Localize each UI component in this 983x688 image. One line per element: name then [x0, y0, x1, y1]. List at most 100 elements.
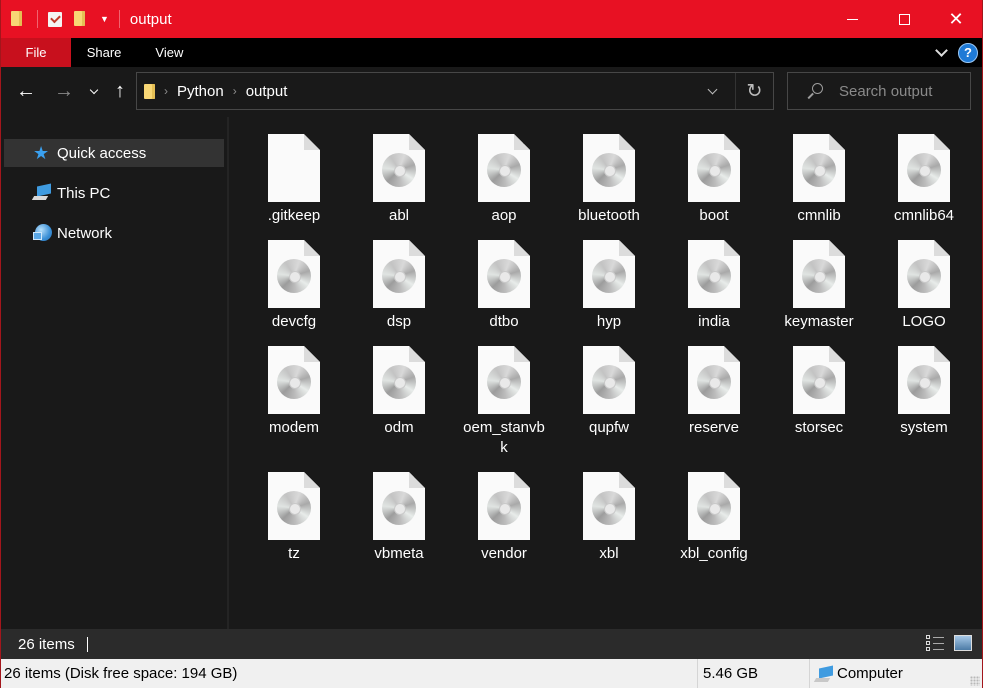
disc-image-file-icon	[373, 240, 425, 308]
sidebar-item-label: This PC	[57, 184, 111, 202]
disc-icon	[487, 365, 521, 399]
file-item[interactable]: bluetooth	[561, 134, 657, 226]
disc-image-file-icon	[583, 240, 635, 308]
file-name: system	[900, 419, 948, 436]
file-item[interactable]: devcfg	[246, 240, 342, 332]
sidebar-item-quick-access[interactable]: ★ Quick access	[4, 139, 224, 167]
file-item[interactable]: hyp	[561, 240, 657, 332]
breadcrumb-python[interactable]: Python	[177, 83, 224, 100]
file-item[interactable]: storsec	[771, 346, 867, 438]
file-item[interactable]: tz	[246, 472, 342, 564]
disc-image-file-icon	[268, 346, 320, 414]
sidebar-item-label: Quick access	[57, 144, 147, 162]
file-item[interactable]: abl	[351, 134, 447, 226]
tab-share[interactable]: Share	[70, 38, 139, 67]
breadcrumb-separator-icon[interactable]: ›	[164, 84, 168, 98]
search-box[interactable]	[787, 72, 971, 110]
expand-ribbon-icon[interactable]	[935, 43, 948, 57]
file-item[interactable]: xbl	[561, 472, 657, 564]
title-bar: ▼ output ✕	[1, 0, 982, 38]
disc-icon	[592, 153, 626, 187]
resize-grip[interactable]	[970, 676, 980, 686]
disc-image-file-icon	[478, 346, 530, 414]
item-count: 26 items	[18, 635, 75, 653]
sidebar-item-network[interactable]: Network	[4, 219, 224, 247]
file-item[interactable]: LOGO	[876, 240, 972, 332]
address-bar[interactable]: › Python › output ↻	[136, 72, 774, 110]
address-history-dropdown[interactable]	[697, 73, 727, 109]
file-item[interactable]: keymaster	[771, 240, 867, 332]
computer-icon	[813, 665, 835, 683]
new-folder-icon[interactable]	[74, 11, 90, 27]
large-icons-view-button[interactable]	[954, 635, 972, 651]
file-item[interactable]: aop	[456, 134, 552, 226]
details-view-button[interactable]	[926, 635, 944, 651]
breadcrumb-output[interactable]: output	[246, 83, 288, 100]
file-item[interactable]: cmnlib	[771, 134, 867, 226]
file-name: bluetooth	[578, 207, 640, 224]
file-item[interactable]: odm	[351, 346, 447, 438]
file-item[interactable]: qupfw	[561, 346, 657, 438]
customize-toolbar-dropdown[interactable]: ▼	[100, 14, 109, 24]
file-name: india	[698, 313, 730, 330]
disc-icon	[382, 491, 416, 525]
file-item[interactable]: xbl_config	[666, 472, 762, 564]
title-divider	[118, 10, 120, 28]
disc-image-file-icon	[898, 346, 950, 414]
sidebar-item-this-pc[interactable]: This PC	[4, 179, 224, 207]
search-input[interactable]	[839, 82, 969, 100]
window-title: output	[129, 10, 172, 28]
file-item[interactable]: boot	[666, 134, 762, 226]
file-name: dtbo	[489, 313, 519, 330]
file-item[interactable]: cmnlib64	[876, 134, 972, 226]
file-item[interactable]: modem	[246, 346, 342, 438]
status-bar: 26 items	[1, 629, 982, 659]
file-item[interactable]: system	[876, 346, 972, 438]
file-name: odm	[384, 419, 414, 436]
file-item[interactable]: dtbo	[456, 240, 552, 332]
tab-view[interactable]: View	[138, 38, 200, 67]
help-icon[interactable]: ?	[958, 42, 978, 63]
recent-locations-button[interactable]	[87, 80, 101, 102]
disc-image-file-icon	[898, 134, 950, 202]
breadcrumb-separator-icon[interactable]: ›	[233, 84, 237, 98]
file-item[interactable]: india	[666, 240, 762, 332]
disc-icon	[592, 365, 626, 399]
file-item[interactable]: .gitkeep	[246, 134, 342, 226]
maximize-button[interactable]	[878, 0, 930, 38]
close-icon: ✕	[948, 9, 964, 29]
close-button[interactable]: ✕	[930, 0, 982, 38]
disc-image-file-icon	[583, 134, 635, 202]
disc-icon	[802, 365, 836, 399]
forward-button[interactable]: →	[53, 80, 75, 102]
file-item[interactable]: dsp	[351, 240, 447, 332]
disc-icon	[802, 153, 836, 187]
disc-image-file-icon	[583, 346, 635, 414]
disc-image-file-icon	[373, 134, 425, 202]
status-zone: Computer	[810, 659, 903, 688]
tab-file[interactable]: File	[1, 38, 71, 67]
back-button[interactable]: ←	[15, 80, 37, 102]
minimize-button[interactable]	[826, 0, 878, 38]
file-list: .gitkeep abl aop bluetooth boot cmnlib cmnlib6…	[229, 117, 982, 629]
search-icon	[803, 80, 825, 102]
disc-icon	[697, 365, 731, 399]
disc-image-file-icon	[478, 134, 530, 202]
refresh-button[interactable]: ↻	[736, 73, 773, 109]
disc-image-file-icon	[688, 472, 740, 540]
file-item[interactable]: oem_stanvbk	[456, 346, 552, 458]
disc-icon	[802, 259, 836, 293]
file-name: .gitkeep	[267, 207, 321, 224]
up-button[interactable]: ↑	[109, 80, 131, 102]
disc-icon	[382, 259, 416, 293]
properties-icon[interactable]	[48, 11, 62, 27]
disc-image-file-icon	[478, 240, 530, 308]
disc-icon	[592, 491, 626, 525]
folder-icon	[11, 11, 27, 27]
file-item[interactable]: vbmeta	[351, 472, 447, 564]
disc-icon	[382, 365, 416, 399]
disc-icon	[487, 259, 521, 293]
file-item[interactable]: reserve	[666, 346, 762, 438]
file-item[interactable]: vendor	[456, 472, 552, 564]
file-name: qupfw	[588, 419, 630, 436]
